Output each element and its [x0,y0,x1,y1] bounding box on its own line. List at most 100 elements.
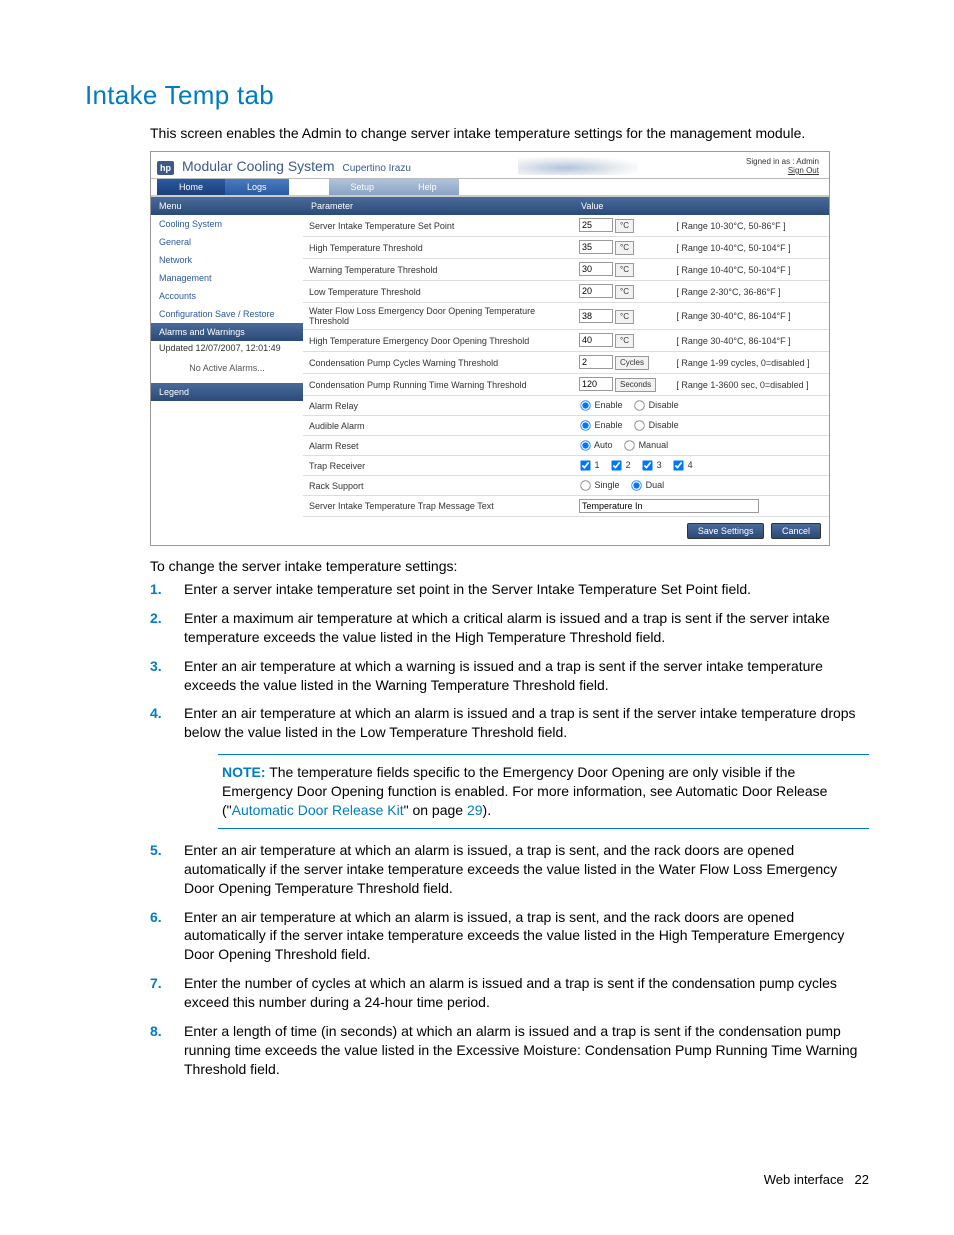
cancel-button[interactable]: Cancel [771,523,821,539]
table-row: Condensation Pump Cycles Warning Thresho… [303,352,829,374]
signed-in-text: Signed in as : Admin [746,157,819,166]
param-label: Warning Temperature Threshold [303,259,573,281]
sidebar-legend-head: Legend [151,383,303,401]
sidebar-item-network[interactable]: Network [151,251,303,269]
param-label: Water Flow Loss Emergency Door Opening T… [303,303,573,330]
trap-1[interactable] [580,460,590,470]
app-topbar: hp Modular Cooling System Cupertino Iraz… [151,152,829,179]
param-label: Audible Alarm [303,416,573,436]
sidebar-item-cooling[interactable]: Cooling System [151,215,303,233]
steps-list: Enter a server intake temperature set po… [150,580,869,1079]
unit-box: °C [615,310,634,324]
setpoint-input[interactable] [579,218,613,232]
reset-auto[interactable] [580,440,590,450]
reset-manual[interactable] [624,440,634,450]
signout-link[interactable]: Sign Out [788,166,819,175]
unit-box: °C [615,285,634,299]
save-settings-button[interactable]: Save Settings [687,523,765,539]
table-row: Server Intake Temperature Set Point°C[ R… [303,215,829,237]
step-7: Enter the number of cycles at which an a… [150,974,869,1012]
sidebar-item-config[interactable]: Configuration Save / Restore [151,305,303,323]
audible-disable[interactable] [634,420,644,430]
step-5: Enter an air temperature at which an ala… [150,841,869,898]
warntemp-input[interactable] [579,262,613,276]
note-text-3: ). [483,802,492,818]
pumptime-input[interactable] [579,377,613,391]
app-subtitle: Cupertino Irazu [343,163,411,174]
intro-text: This screen enables the Admin to change … [150,125,869,141]
range-text: [ Range 1-99 cycles, 0=disabled ] [670,352,829,374]
range-text: [ Range 10-40°C, 50-104°F ] [670,259,829,281]
embedded-screenshot: hp Modular Cooling System Cupertino Iraz… [150,151,830,546]
hightemp-input[interactable] [579,240,613,254]
table-row: Warning Temperature Threshold °C [ Range 1… [303,259,829,281]
waterflow-input[interactable] [579,309,613,323]
note-page-link[interactable]: 29 [467,802,483,818]
param-label: Server Intake Temperature Trap Message T… [303,496,573,517]
param-label: Trap Receiver [303,456,573,476]
sidebar-item-management[interactable]: Management [151,269,303,287]
table-row: Condensation Pump Running Time Warning T… [303,374,829,396]
table-row: High Temperature Emergency Door Opening … [303,330,829,352]
chk-label: 3 [657,460,662,470]
sidebar: Menu Cooling System General Network Mana… [151,197,303,545]
step-4: Enter an air temperature at which an ala… [150,704,869,828]
chk-label: 4 [688,460,693,470]
param-label: Low Temperature Threshold [303,281,573,303]
opt-label: Manual [639,440,669,450]
table-row: Rack Support Single Dual [303,476,829,496]
range-text: [ Range 2-30°C, 36-86°F ] [670,281,829,303]
range-text: [ Range 30-40°C, 86-104°F ] [670,303,829,330]
audible-enable[interactable] [580,420,590,430]
opt-label: Disable [649,420,679,430]
param-label: High Temperature Threshold [303,237,573,259]
signin-block: Signed in as : Admin Sign Out [746,157,819,175]
sidebar-item-general[interactable]: General [151,233,303,251]
col-value: Value [573,197,829,215]
opt-label: Disable [649,400,679,410]
param-label: Rack Support [303,476,573,496]
opt-label: Enable [595,400,623,410]
step-6: Enter an air temperature at which an ala… [150,908,869,965]
tab-home[interactable]: Home [157,179,225,195]
rack-dual[interactable] [631,480,641,490]
tab-logs[interactable]: Logs [225,179,289,195]
alarms-updated-text: Updated 12/07/2007, 12:01:49 [151,343,303,353]
unit-box: °C [615,241,634,255]
table-row: Server Intake Temperature Trap Message T… [303,496,829,517]
alarm-relay-enable[interactable] [580,400,590,410]
unit-box: Seconds [615,378,656,392]
trap-2[interactable] [611,460,621,470]
param-label: Server Intake Temperature Set Point [303,215,573,237]
step-8: Enter a length of time (in seconds) at w… [150,1022,869,1079]
trap-msg-input[interactable] [579,499,759,513]
opt-label: Single [595,480,620,490]
tab-help[interactable]: Help [396,179,459,195]
param-label: High Temperature Emergency Door Opening … [303,330,573,352]
tab-setup[interactable]: Setup [329,179,397,195]
unit-box: °C [615,263,634,277]
no-alarms-text: No Active Alarms... [151,355,303,381]
trap-4[interactable] [673,460,683,470]
sidebar-item-accounts[interactable]: Accounts [151,287,303,305]
table-row: Water Flow Loss Emergency Door Opening T… [303,303,829,330]
decorative-splash [518,157,638,175]
param-label: Alarm Reset [303,436,573,456]
hp-logo-icon: hp [157,161,174,175]
brand-block: hp Modular Cooling System Cupertino Iraz… [157,158,411,175]
opt-label: Dual [646,480,665,490]
range-text: [ Range 10-30°C, 50-86°F ] [670,215,829,237]
table-row: Alarm Relay Enable Disable [303,396,829,416]
pumpcycles-input[interactable] [579,355,613,369]
table-row: Trap Receiver 1 2 3 4 [303,456,829,476]
rack-single[interactable] [580,480,590,490]
note-link[interactable]: Automatic Door Release Kit [232,802,404,818]
trap-3[interactable] [642,460,652,470]
param-label: Condensation Pump Running Time Warning T… [303,374,573,396]
parameter-table: Parameter Value Server Intake Temperatur… [303,197,829,517]
unit-box: Cycles [615,356,649,370]
alarm-relay-disable[interactable] [634,400,644,410]
param-label: Alarm Relay [303,396,573,416]
hightemp-door-input[interactable] [579,333,613,347]
lowtemp-input[interactable] [579,284,613,298]
